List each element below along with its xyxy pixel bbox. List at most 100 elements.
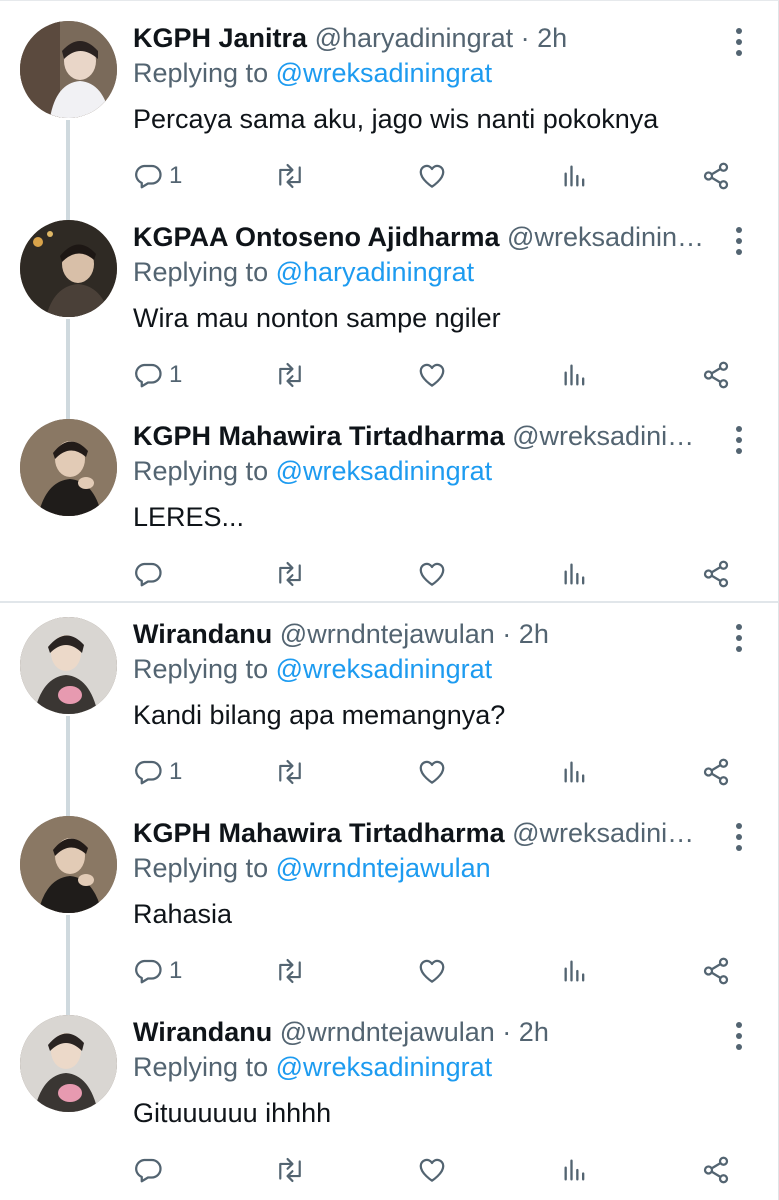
reply-thread: KGPH Janitra @haryadiningrat · 2h Replyi… [0, 0, 779, 1200]
retweet-button[interactable] [273, 1150, 307, 1190]
author-handle-time: @wreksadini… [512, 818, 695, 848]
analytics-button[interactable] [561, 156, 589, 196]
reply-icon [135, 1158, 162, 1183]
share-button[interactable] [701, 951, 731, 991]
like-button[interactable] [417, 1150, 447, 1190]
like-button[interactable] [417, 752, 447, 792]
retweet-button[interactable] [273, 752, 307, 792]
reply-icon [135, 164, 162, 189]
share-button[interactable] [701, 554, 731, 594]
share-button[interactable] [701, 752, 731, 792]
retweet-icon [279, 163, 301, 189]
tweet-text: Gituuuuuu ihhhh [133, 1098, 332, 1128]
tweet-text: Kandi bilang apa memangnya? [133, 700, 506, 730]
author-name[interactable]: KGPH Mahawira Tirtadharma [133, 818, 505, 848]
retweet-button[interactable] [273, 156, 307, 196]
like-button[interactable] [417, 951, 447, 991]
retweet-button[interactable] [273, 951, 307, 991]
heart-icon [419, 363, 445, 387]
analytics-icon [564, 761, 585, 783]
tweet-text: Wira mau nonton sampe ngiler [133, 303, 501, 333]
reply-button[interactable] [133, 1150, 169, 1190]
share-button[interactable] [701, 156, 731, 196]
avatar[interactable] [20, 419, 117, 516]
analytics-button[interactable] [561, 554, 589, 594]
tweet-actions [133, 554, 738, 594]
heart-icon [419, 959, 445, 983]
replying-to-handle[interactable]: @haryadiningrat [276, 257, 475, 287]
heart-icon [419, 164, 445, 188]
author-name[interactable]: KGPH Janitra [133, 23, 307, 53]
author-name[interactable]: Wirandanu [133, 1017, 272, 1047]
tweet-actions [133, 1150, 738, 1190]
author-name[interactable]: Wirandanu [133, 619, 272, 649]
avatar[interactable] [20, 1015, 117, 1112]
tweet[interactable]: KGPH Mahawira Tirtadharma @wreksadini… R… [0, 399, 778, 597]
replying-to-handle[interactable]: @wrndntejawulan [276, 853, 491, 883]
replying-to-handle[interactable]: @wreksadiningrat [276, 1052, 493, 1082]
share-button[interactable] [701, 355, 731, 395]
like-button[interactable] [417, 355, 447, 395]
author-handle-time: @haryadiningrat · 2h [314, 23, 568, 53]
replying-to-handle[interactable]: @wreksadiningrat [276, 456, 493, 486]
avatar[interactable] [20, 21, 117, 118]
more-vertical-icon[interactable] [734, 1021, 744, 1051]
tweet-text: Percaya sama aku, jago wis nanti pokokny… [133, 104, 659, 134]
reply-button[interactable] [133, 554, 169, 594]
tweet-text: Rahasia [133, 899, 233, 929]
reply-button[interactable]: 1 [133, 156, 182, 196]
retweet-button[interactable] [273, 554, 307, 594]
heart-icon [419, 562, 445, 586]
reply-button[interactable]: 1 [133, 355, 182, 395]
avatar[interactable] [20, 220, 117, 317]
author-handle-time: @wreksadinin… [507, 222, 705, 252]
avatar[interactable] [20, 816, 117, 913]
more-vertical-icon[interactable] [734, 822, 744, 852]
more-vertical-icon[interactable] [734, 623, 744, 653]
retweet-icon [279, 561, 301, 587]
replying-to-label: Replying to [133, 654, 276, 684]
analytics-icon [564, 960, 585, 982]
author-name[interactable]: KGPAA Ontoseno Ajidharma [133, 222, 500, 252]
author-name[interactable]: KGPH Mahawira Tirtadharma [133, 421, 505, 451]
reply-button[interactable]: 1 [133, 752, 182, 792]
analytics-icon [564, 563, 585, 585]
more-vertical-icon[interactable] [734, 27, 744, 57]
retweet-button[interactable] [273, 355, 307, 395]
reply-icon [135, 562, 162, 587]
tweet-text: LERES... [133, 502, 245, 532]
tweet[interactable]: KGPH Mahawira Tirtadharma @wreksadini… R… [0, 796, 778, 1015]
heart-icon [419, 1158, 445, 1182]
share-icon [703, 1156, 729, 1184]
share-icon [703, 361, 729, 389]
share-button[interactable] [701, 1150, 731, 1190]
like-button[interactable] [417, 156, 447, 196]
author-handle-time: @wrndntejawulan · 2h [279, 619, 549, 649]
replying-to-handle[interactable]: @wreksadiningrat [276, 58, 493, 88]
share-icon [703, 758, 729, 786]
analytics-button[interactable] [561, 951, 589, 991]
share-icon [703, 957, 729, 985]
analytics-button[interactable] [561, 355, 589, 395]
like-button[interactable] [417, 554, 447, 594]
analytics-icon [564, 1159, 585, 1181]
analytics-icon [564, 165, 585, 187]
more-vertical-icon[interactable] [734, 425, 744, 455]
analytics-button[interactable] [561, 1150, 589, 1190]
tweet[interactable]: KGPAA Ontoseno Ajidharma @wreksadinin… R… [0, 200, 778, 419]
avatar[interactable] [20, 617, 117, 714]
author-handle-time: @wrndntejawulan · 2h [279, 1017, 549, 1047]
tweet[interactable]: KGPH Janitra @haryadiningrat · 2h Replyi… [0, 1, 778, 220]
tweet[interactable]: Wirandanu @wrndntejawulan · 2h Replying … [0, 995, 778, 1193]
tweet-actions: 1 [133, 951, 738, 991]
tweet-actions: 1 [133, 156, 738, 196]
replying-to-label: Replying to [133, 456, 276, 486]
replying-to-handle[interactable]: @wreksadiningrat [276, 654, 493, 684]
analytics-button[interactable] [561, 752, 589, 792]
retweet-icon [279, 1157, 301, 1183]
share-icon [703, 560, 729, 588]
more-vertical-icon[interactable] [734, 226, 744, 256]
reply-button[interactable]: 1 [133, 951, 182, 991]
tweet[interactable]: Wirandanu @wrndntejawulan · 2h Replying … [0, 597, 778, 816]
reply-count: 1 [169, 361, 183, 388]
